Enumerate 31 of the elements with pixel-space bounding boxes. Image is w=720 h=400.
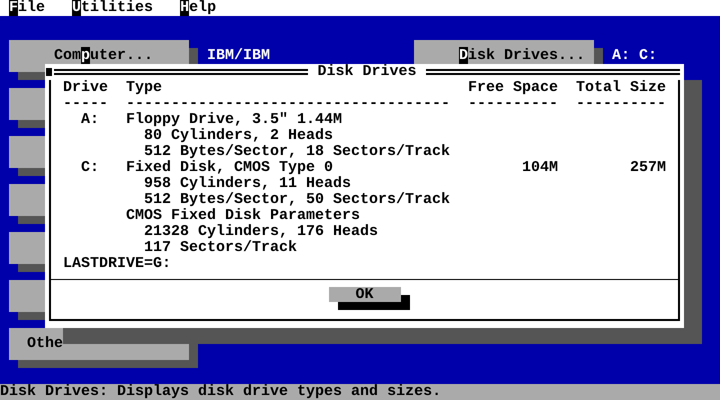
table-cell: 21328 Cylinders, 176 Heads — [144, 223, 378, 240]
table-cell: 80 Cylinders, 2 Heads — [144, 127, 334, 144]
status-bar: Disk Drives: Displays disk drive types and sizes. — [0, 384, 720, 400]
table-cell: 512 Bytes/Sector, 50 Sectors/Track — [144, 191, 450, 208]
table-cell: 117 Sectors/Track — [144, 239, 298, 256]
table-cell: Fixed Disk, CMOS Type 0 — [126, 159, 334, 176]
dash-line: ---------- — [468, 96, 558, 112]
dash-line: ----- — [63, 96, 110, 112]
column-header: Drive — [63, 80, 110, 96]
table-cell: 958 Cylinders, 11 Heads — [144, 175, 352, 192]
table-cell-text: A: — [80, 111, 100, 128]
close-icon[interactable] — [46, 68, 52, 76]
column-header: Total Size — [574, 80, 666, 96]
menu-item[interactable]: File — [9, 0, 46, 16]
ok-button[interactable]: OK — [328, 287, 400, 302]
column-header: Free Space — [468, 80, 558, 96]
menu-item[interactable]: Help — [180, 0, 216, 16]
disk-drives-value: A: C: — [612, 48, 658, 64]
table-cell: LASTDRIVE=G: — [63, 255, 172, 272]
table-cell: 257M — [630, 159, 666, 176]
menu-item[interactable]: Utilities — [72, 0, 154, 16]
table-cell: Floppy Drive, 3.5" 1.44M — [126, 111, 342, 128]
table-cell: 104M — [522, 159, 558, 176]
column-header: Type — [126, 80, 164, 96]
computer-value: IBM/IBM — [207, 48, 270, 64]
table-cell: CMOS Fixed Disk Parameters — [126, 207, 360, 224]
table-cell: 512 Bytes/Sector, 18 Sectors/Track — [144, 143, 450, 160]
other-button[interactable]: Othe — [9, 328, 189, 360]
dash-line: ---------- — [574, 96, 666, 112]
dash-line: ------------------------------------ — [126, 96, 452, 112]
table-cell-text: C: — [80, 159, 100, 176]
